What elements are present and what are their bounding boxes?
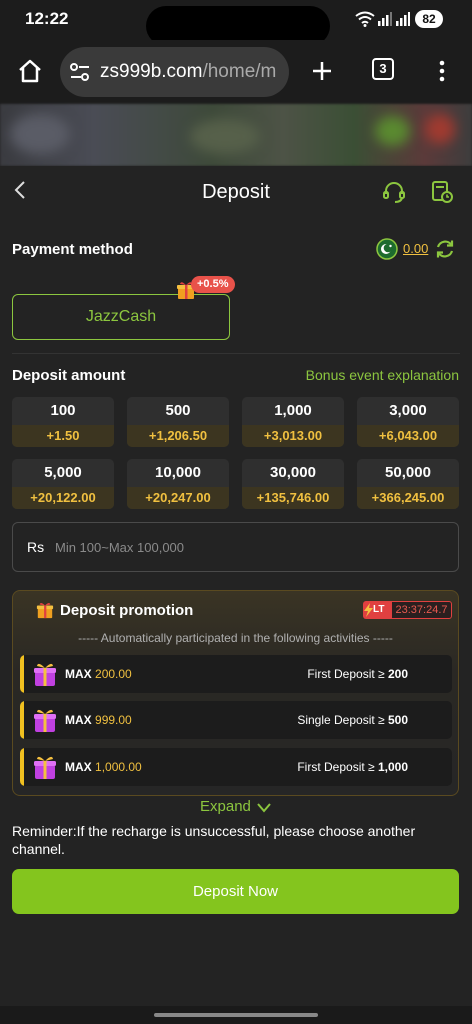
amount-value: 500 <box>165 402 191 419</box>
home-icon[interactable] <box>17 59 43 83</box>
promotion-subtitle: ----- Automatically participated in the … <box>78 631 393 645</box>
customer-service-icon[interactable] <box>382 180 406 204</box>
amount-option[interactable]: 500 +1,206.50 <box>127 397 229 447</box>
lightning-icon <box>364 603 373 617</box>
gift-box-icon <box>34 663 56 686</box>
gift-box-icon <box>34 756 56 779</box>
status-time: 12:22 <box>25 9 69 28</box>
url-text[interactable]: zs999b.com/home/m <box>100 61 276 83</box>
amount-value: 3,000 <box>389 402 427 419</box>
amount-bonus: +135,746.00 <box>242 487 344 509</box>
chevron-down-icon <box>257 803 271 813</box>
wifi-icon <box>355 11 375 27</box>
payment-method-label: Payment method <box>12 241 133 258</box>
promotion-activity[interactable]: MAX 200.00 First Deposit ≥ 200 <box>20 655 452 693</box>
max-value: 1,000.00 <box>95 760 142 774</box>
promotion-activity[interactable]: MAX 999.00 Single Deposit ≥ 500 <box>20 701 452 739</box>
amount-bonus: +20,247.00 <box>127 487 229 509</box>
payment-option-jazzcash[interactable]: JazzCash <box>12 294 230 340</box>
activity-condition: Single Deposit ≥ 500 <box>297 713 408 727</box>
condition-label: First Deposit ≥ <box>297 760 375 774</box>
amount-input-field[interactable]: Rs <box>12 522 459 572</box>
amount-bonus: +1.50 <box>12 425 114 447</box>
expand-button[interactable]: Expand <box>200 798 271 818</box>
gift-icon <box>36 603 54 619</box>
activity-condition: First Deposit ≥ 200 <box>307 667 408 681</box>
condition-threshold: 200 <box>387 667 408 681</box>
url-path: /home/m <box>202 61 277 82</box>
status-bar: 12:22 82 <box>0 0 472 46</box>
signal-icon-1 <box>378 12 392 26</box>
url-domain: zs999b.com <box>100 61 203 82</box>
amount-value: 10,000 <box>155 464 201 481</box>
signal-icon-2 <box>396 12 410 26</box>
site-settings-icon[interactable] <box>69 62 91 82</box>
amount-option[interactable]: 100 +1.50 <box>12 397 114 447</box>
tab-switcher-button[interactable]: 3 <box>372 58 394 80</box>
deposit-now-button[interactable]: Deposit Now <box>12 869 459 914</box>
promotion-activity[interactable]: MAX 1,000.00 First Deposit ≥ 1,000 <box>20 748 452 786</box>
activity-accent-bar <box>20 655 24 693</box>
amount-bonus: +366,245.00 <box>357 487 459 509</box>
reminder-text: Reminder:If the recharge is unsuccessful… <box>12 823 416 857</box>
amount-bonus: +6,043.00 <box>357 425 459 447</box>
promotion-title: Deposit promotion <box>60 602 194 619</box>
deposit-amount-label: Deposit amount <box>12 367 126 384</box>
amount-bonus: +3,013.00 <box>242 425 344 447</box>
currency-prefix: Rs <box>27 539 45 555</box>
amount-input[interactable] <box>55 535 445 559</box>
amount-option[interactable]: 30,000 +135,746.00 <box>242 459 344 509</box>
amount-option[interactable]: 1,000 +3,013.00 <box>242 397 344 447</box>
amount-bonus: +1,206.50 <box>127 425 229 447</box>
activity-condition: First Deposit ≥ 1,000 <box>297 760 408 774</box>
battery-level: 82 <box>415 10 443 28</box>
divider <box>12 353 460 354</box>
condition-threshold: 1,000 <box>377 760 408 774</box>
address-bar[interactable]: zs999b.com/home/m <box>60 47 289 97</box>
amount-bonus: +20,122.00 <box>12 487 114 509</box>
amount-option[interactable]: 50,000 +366,245.00 <box>357 459 459 509</box>
expand-label: Expand <box>200 798 251 815</box>
max-label: MAX <box>65 713 92 727</box>
method-bonus-badge: +0.5% <box>191 276 235 293</box>
activity-accent-bar <box>20 748 24 786</box>
condition-label: Single Deposit ≥ <box>297 713 385 727</box>
amount-value: 5,000 <box>44 464 82 481</box>
max-value: 200.00 <box>95 667 132 681</box>
activity-max: MAX 999.00 <box>65 713 132 727</box>
amount-value: 30,000 <box>270 464 316 481</box>
home-indicator[interactable] <box>154 1013 318 1017</box>
pakistan-flag-icon <box>376 238 398 260</box>
more-menu-icon[interactable] <box>434 59 450 83</box>
background-banner <box>0 104 472 166</box>
bonus-explanation-link[interactable]: Bonus event explanation <box>306 367 459 383</box>
max-label: MAX <box>65 760 92 774</box>
timer-countdown: 23:37:24.7 <box>391 601 452 619</box>
amount-option[interactable]: 3,000 +6,043.00 <box>357 397 459 447</box>
activity-accent-bar <box>20 701 24 739</box>
amount-value: 100 <box>50 402 76 419</box>
amount-option[interactable]: 5,000 +20,122.00 <box>12 459 114 509</box>
amount-option[interactable]: 10,000 +20,247.00 <box>127 459 229 509</box>
activity-max: MAX 200.00 <box>65 667 132 681</box>
condition-label: First Deposit ≥ <box>307 667 385 681</box>
condition-threshold: 500 <box>387 713 408 727</box>
activity-max: MAX 1,000.00 <box>65 760 142 774</box>
refresh-icon[interactable] <box>434 238 456 260</box>
wallet-balance: 0.00 <box>403 241 429 256</box>
gift-box-icon <box>34 709 56 732</box>
browser-toolbar: zs999b.com/home/m 3 <box>0 40 472 104</box>
deposit-history-icon[interactable] <box>430 180 454 204</box>
max-label: MAX <box>65 667 92 681</box>
amount-value: 1,000 <box>274 402 312 419</box>
max-value: 999.00 <box>95 713 132 727</box>
new-tab-icon[interactable] <box>311 60 333 82</box>
amount-value: 50,000 <box>385 464 431 481</box>
